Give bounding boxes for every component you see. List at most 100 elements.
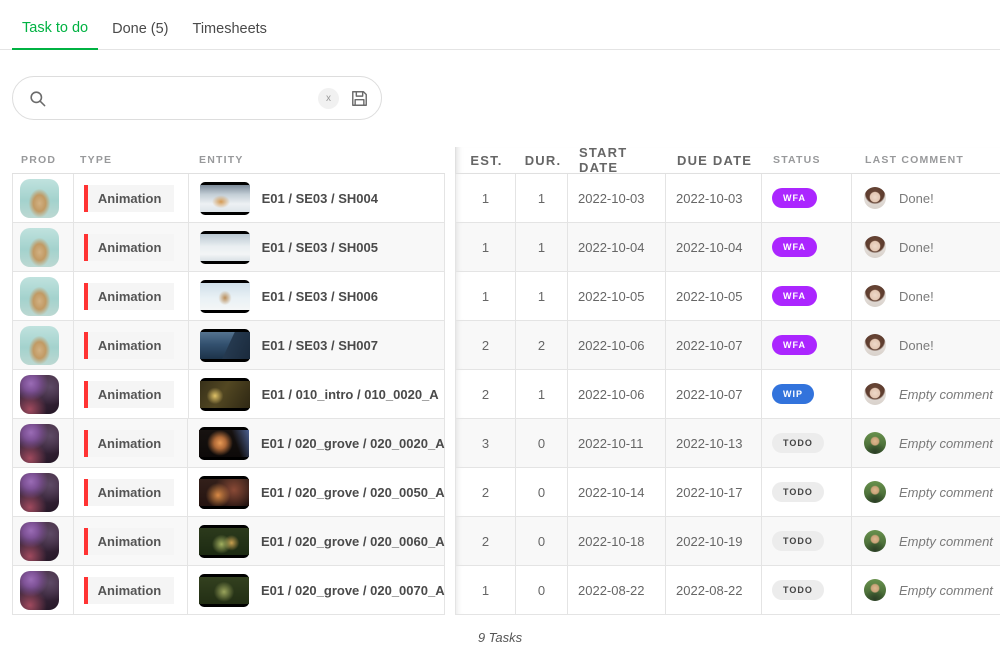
start-date-value: 2022-10-03 (568, 174, 666, 222)
status-badge[interactable]: TODO (772, 531, 824, 551)
estimation-value: 2 (455, 517, 516, 565)
estimation-value: 2 (455, 468, 516, 516)
last-comment-text: Empty comment (899, 436, 993, 451)
due-date-value: 2022-10-19 (666, 517, 762, 565)
avatar (864, 530, 886, 552)
start-date-value: 2022-10-14 (568, 468, 666, 516)
entity-name[interactable]: E01 / 010_intro / 010_0020_A (262, 387, 439, 402)
status-badge[interactable]: WFA (772, 286, 817, 306)
avatar (864, 285, 886, 307)
last-comment-text: Empty comment (899, 583, 993, 598)
entity-name[interactable]: E01 / 020_grove / 020_0020_A (261, 436, 445, 451)
production-thumbnail (20, 179, 59, 218)
avatar (864, 383, 886, 405)
task-type-tag: Animation (84, 332, 175, 359)
due-date-value: 2022-10-07 (666, 370, 762, 418)
last-comment-text: Done! (899, 338, 934, 353)
production-thumbnail (20, 571, 59, 610)
table-row[interactable]: Animation E01 / SE03 / SH006 1 1 2022-10… (0, 272, 1000, 321)
task-type-tag: Animation (84, 479, 175, 506)
production-thumbnail (20, 424, 59, 463)
header-prod: PROD (12, 147, 73, 173)
task-type-label: Animation (88, 436, 175, 451)
status-badge[interactable]: TODO (772, 433, 824, 453)
status-badge[interactable]: WIP (772, 384, 814, 404)
entity-thumbnail (200, 280, 250, 313)
entity-name[interactable]: E01 / 020_grove / 020_0050_A (261, 485, 445, 500)
table-row[interactable]: Animation E01 / 020_grove / 020_0060_A 2… (0, 517, 1000, 566)
entity-name[interactable]: E01 / 020_grove / 020_0070_A (261, 583, 445, 598)
header-duration: DUR. (517, 147, 569, 173)
save-search-icon[interactable] (350, 89, 369, 108)
task-table: PROD TYPE ENTITY EST. DUR. START DATE DU… (0, 147, 1000, 615)
avatar (864, 432, 886, 454)
due-date-value: 2022-10-05 (666, 272, 762, 320)
last-comment-text: Done! (899, 289, 934, 304)
estimation-value: 1 (455, 174, 516, 222)
task-type-label: Animation (88, 338, 175, 353)
task-type-label: Animation (88, 534, 175, 549)
due-date-value: 2022-10-04 (666, 223, 762, 271)
task-count: 9 Tasks (0, 630, 1000, 645)
entity-name[interactable]: E01 / 020_grove / 020_0060_A (261, 534, 445, 549)
table-row[interactable]: Animation E01 / 020_grove / 020_0020_A 3… (0, 419, 1000, 468)
pane-gap (445, 147, 455, 174)
entity-thumbnail (200, 378, 250, 411)
task-type-tag: Animation (84, 283, 175, 310)
entity-thumbnail (199, 574, 249, 607)
duration-value: 1 (516, 223, 568, 271)
status-badge[interactable]: WFA (772, 237, 817, 257)
task-type-label: Animation (88, 191, 175, 206)
entity-name[interactable]: E01 / SE03 / SH007 (262, 338, 378, 353)
last-comment-text: Empty comment (899, 485, 993, 500)
entity-name[interactable]: E01 / SE03 / SH006 (262, 289, 378, 304)
status-badge[interactable]: WFA (772, 188, 817, 208)
table-row[interactable]: Animation E01 / SE03 / SH007 2 2 2022-10… (0, 321, 1000, 370)
due-date-value: 2022-10-13 (666, 419, 762, 467)
start-date-value: 2022-10-18 (568, 517, 666, 565)
clear-x-icon[interactable]: x (318, 88, 339, 109)
estimation-value: 1 (455, 272, 516, 320)
table-header-row: PROD TYPE ENTITY EST. DUR. START DATE DU… (0, 147, 1000, 174)
table-row[interactable]: Animation E01 / SE03 / SH004 1 1 2022-10… (0, 174, 1000, 223)
header-start-date: START DATE (569, 147, 667, 173)
task-type-tag: Animation (84, 381, 175, 408)
search-box: x (12, 76, 382, 120)
last-comment-text: Empty comment (899, 387, 993, 402)
status-badge[interactable]: TODO (772, 580, 824, 600)
production-thumbnail (20, 375, 59, 414)
start-date-value: 2022-10-06 (568, 370, 666, 418)
production-thumbnail (20, 326, 59, 365)
entity-thumbnail (199, 525, 249, 558)
start-date-value: 2022-10-05 (568, 272, 666, 320)
task-type-tag: Animation (84, 430, 175, 457)
status-badge[interactable]: TODO (772, 482, 824, 502)
start-date-value: 2022-10-06 (568, 321, 666, 369)
entity-thumbnail (200, 329, 250, 362)
magnifier-icon (28, 89, 47, 108)
table-row[interactable]: Animation E01 / SE03 / SH005 1 1 2022-10… (0, 223, 1000, 272)
avatar (864, 579, 886, 601)
duration-value: 0 (516, 419, 568, 467)
entity-name[interactable]: E01 / SE03 / SH005 (262, 240, 378, 255)
table-row[interactable]: Animation E01 / 020_grove / 020_0070_A 1… (0, 566, 1000, 615)
entity-thumbnail (199, 476, 249, 509)
tab-timesheets[interactable]: Timesheets (183, 21, 277, 49)
status-badge[interactable]: WFA (772, 335, 817, 355)
search-input[interactable] (57, 90, 318, 106)
table-row[interactable]: Animation E01 / 010_intro / 010_0020_A 2… (0, 370, 1000, 419)
production-thumbnail (20, 277, 59, 316)
task-type-label: Animation (88, 387, 175, 402)
header-type: TYPE (73, 147, 188, 173)
task-type-tag: Animation (84, 234, 175, 261)
production-thumbnail (20, 473, 59, 512)
header-due-date: DUE DATE (667, 147, 763, 173)
entity-name[interactable]: E01 / SE03 / SH004 (262, 191, 378, 206)
entity-thumbnail (200, 182, 250, 215)
start-date-value: 2022-10-04 (568, 223, 666, 271)
task-type-label: Animation (88, 289, 175, 304)
tab-task-to-do[interactable]: Task to do (12, 20, 98, 50)
tab-done[interactable]: Done (5) (102, 21, 178, 49)
table-row[interactable]: Animation E01 / 020_grove / 020_0050_A 2… (0, 468, 1000, 517)
estimation-value: 1 (455, 223, 516, 271)
